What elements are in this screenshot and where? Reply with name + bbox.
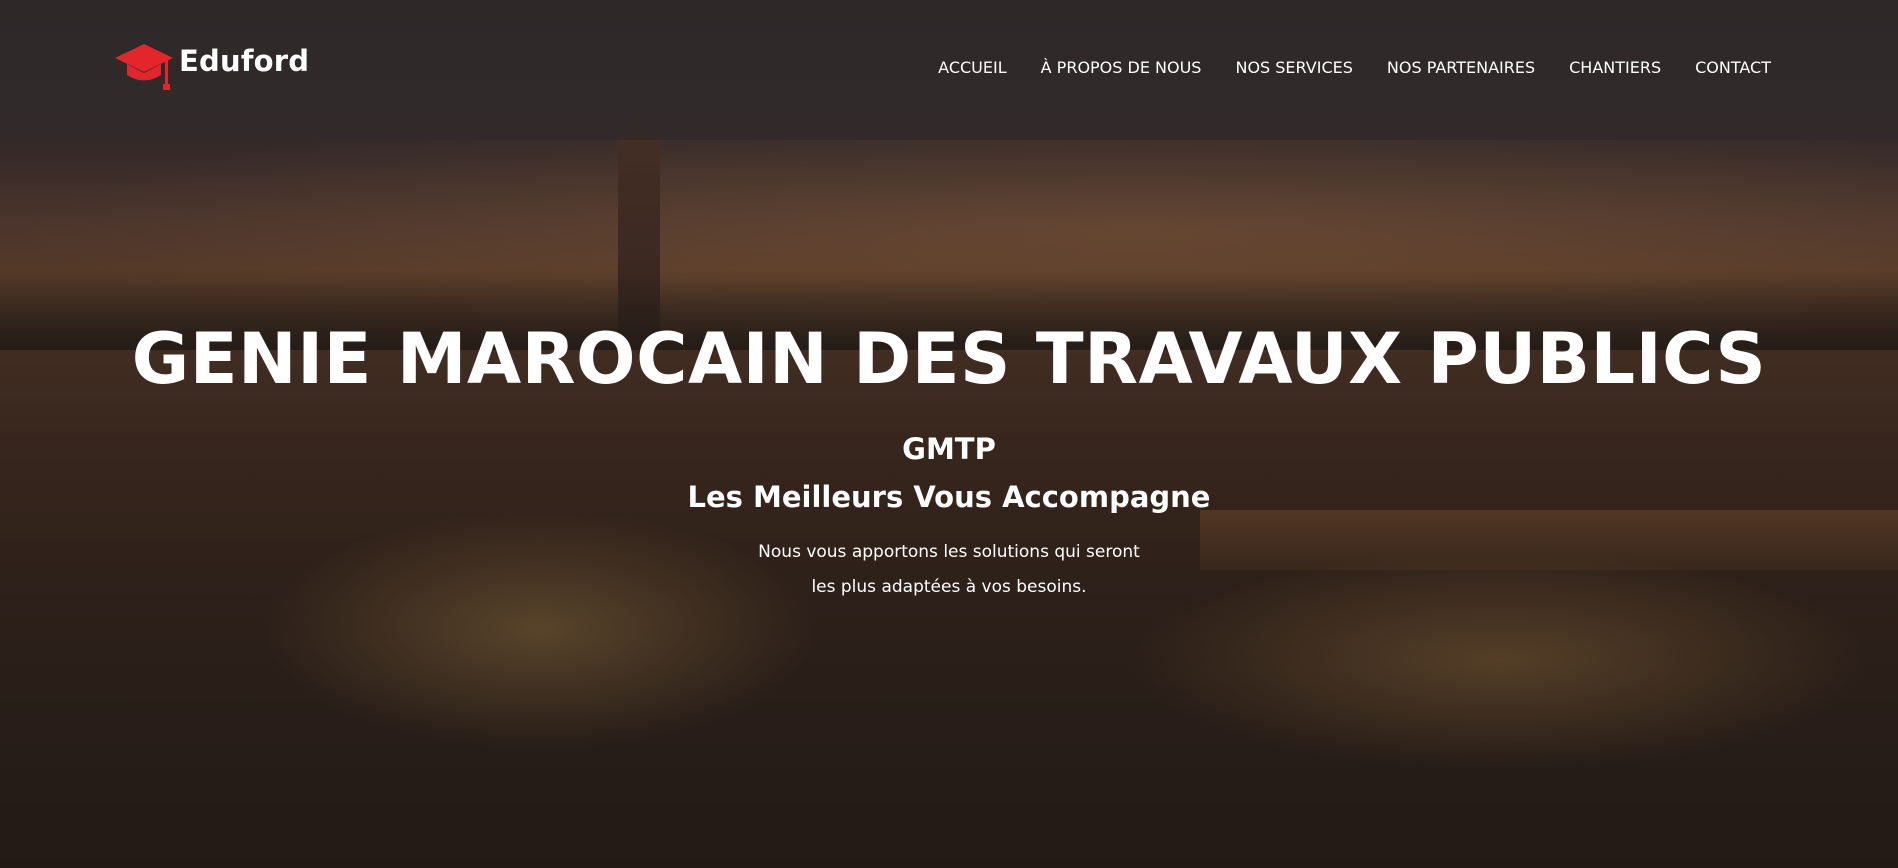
site-header: Eduford ACCUEIL À PROPOS DE NOUS NOS SER…: [0, 0, 1898, 138]
hero-description-line-2: les plus adaptées à vos besoins.: [811, 577, 1087, 597]
hero-tagline: Les Meilleurs Vous Accompagne: [687, 480, 1211, 514]
nav-item-a-propos[interactable]: À PROPOS DE NOUS: [1041, 58, 1202, 77]
main-nav: ACCUEIL À PROPOS DE NOUS NOS SERVICES NO…: [904, 58, 1771, 77]
brand-name: Eduford: [179, 44, 310, 78]
nav-item-services[interactable]: NOS SERVICES: [1235, 58, 1352, 77]
hero-title: GENIE MAROCAIN DES TRAVAUX PUBLICS: [131, 318, 1767, 400]
hero-section: Eduford ACCUEIL À PROPOS DE NOUS NOS SER…: [0, 0, 1898, 868]
nav-item-contact[interactable]: CONTACT: [1695, 58, 1771, 77]
graduation-cap-icon: [113, 42, 175, 92]
nav-item-accueil[interactable]: ACCUEIL: [938, 58, 1006, 77]
brand-logo-link[interactable]: Eduford: [113, 42, 309, 92]
hero-acronym: GMTP: [902, 432, 996, 466]
nav-item-chantiers[interactable]: CHANTIERS: [1569, 58, 1661, 77]
nav-item-partenaires[interactable]: NOS PARTENAIRES: [1387, 58, 1535, 77]
hero-description-line-1: Nous vous apportons les solutions qui se…: [758, 542, 1140, 562]
